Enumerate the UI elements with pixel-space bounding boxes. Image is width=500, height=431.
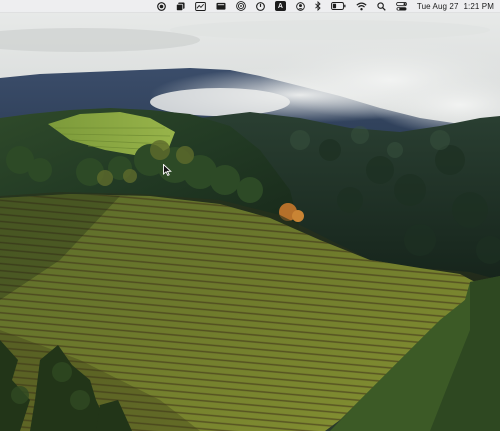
battery-icon[interactable] xyxy=(330,0,346,13)
media-display-icon[interactable] xyxy=(216,0,226,13)
spotlight-search-icon[interactable] xyxy=(377,0,386,13)
desktop-wallpaper xyxy=(0,0,500,431)
mouse-cursor-icon xyxy=(163,164,172,176)
wifi-icon[interactable] xyxy=(356,0,367,13)
record-icon[interactable] xyxy=(157,0,166,13)
user-account-icon[interactable] xyxy=(296,0,305,13)
menubar-clock-date[interactable]: Tue Aug 27 xyxy=(417,2,459,11)
menubar-clock-time[interactable]: 1:21 PM xyxy=(464,2,495,11)
window-stack-icon[interactable] xyxy=(175,0,185,13)
control-center-icon[interactable] xyxy=(396,0,407,13)
input-source-label: A xyxy=(277,2,283,10)
menu-bar: A Tue Aug 27 1:21 PM xyxy=(0,0,500,13)
power-icon[interactable] xyxy=(255,0,265,13)
bluetooth-icon[interactable] xyxy=(315,0,321,13)
input-source-icon[interactable]: A xyxy=(274,0,286,13)
airdrop-icon[interactable] xyxy=(236,0,246,13)
screen-graph-icon[interactable] xyxy=(195,0,206,13)
